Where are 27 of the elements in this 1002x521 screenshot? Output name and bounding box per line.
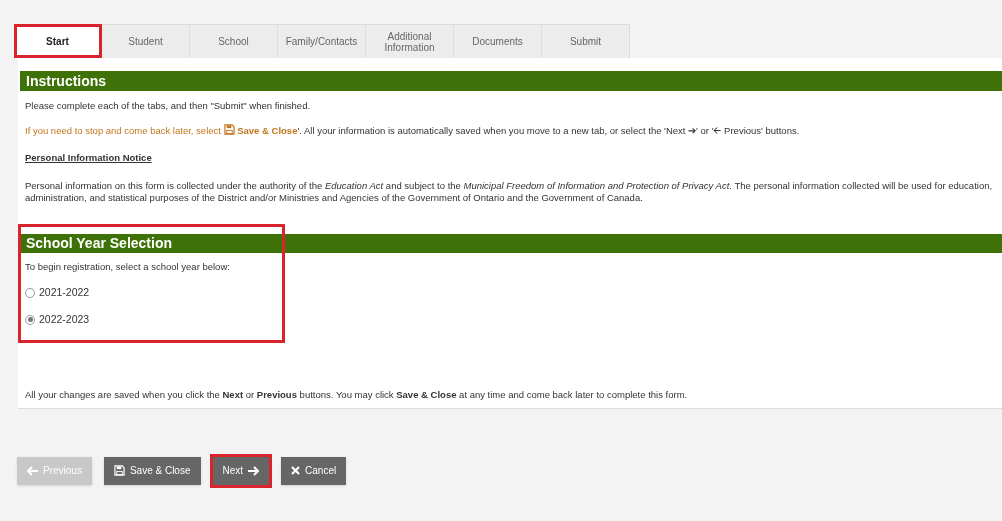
- left-arrow-icon: [27, 465, 38, 476]
- save-icon: [113, 465, 125, 477]
- radio-option[interactable]: 2021-2022: [25, 285, 90, 301]
- footer-note: All your changes are saved when you click the Next or Previous buttons. You may click Save & Close at any time and come back later to complete this form.: [24, 387, 689, 402]
- cancel-button[interactable]: Cancel: [281, 456, 347, 485]
- tab[interactable]: Family/Contacts: [278, 24, 366, 58]
- tab[interactable]: School: [190, 24, 278, 58]
- notice-title: Personal Information Notice: [25, 150, 153, 165]
- save-button[interactable]: Save & Close: [103, 456, 201, 485]
- tab[interactable]: Submit: [542, 24, 630, 58]
- tab[interactable]: Additional Information: [366, 24, 454, 58]
- next-button[interactable]: Next: [212, 456, 270, 485]
- instruction-text: Please complete each of the tabs, and then "Submit" when finished.: [25, 99, 312, 113]
- radio-option[interactable]: 2022-2023: [25, 311, 90, 328]
- radio-button[interactable]: [25, 287, 35, 298]
- save-note: If you need to stop and come back later, select Save & Close'. All your information is automatically saved when you move to a new tab, or select the 'Next ➔' or '🡨 Previous' buttons.: [25, 124, 801, 139]
- close-icon: [291, 466, 301, 476]
- prompt-text: To begin registration, select a school year below:: [25, 259, 231, 274]
- right-arrow-icon: [248, 465, 260, 476]
- notice-text: Personal information on this form is collected under the authority of the Education Act and subject to the Municipal Freedom of Information and Protection of Privacy Act. The personal information collected will be used for education, administration, and statistical purposes of the District and/or Ministries and Agencies of the Government of Ontario and the Government of Canada.: [25, 179, 994, 204]
- tab[interactable]: Student: [102, 24, 190, 58]
- radio-button[interactable]: [25, 314, 35, 325]
- tab[interactable]: Start: [14, 24, 102, 58]
- save-icon: [223, 124, 235, 136]
- section-header: Instructions: [20, 71, 1002, 91]
- section-header: School Year Selection: [20, 233, 1002, 253]
- tab[interactable]: Documents: [454, 24, 542, 58]
